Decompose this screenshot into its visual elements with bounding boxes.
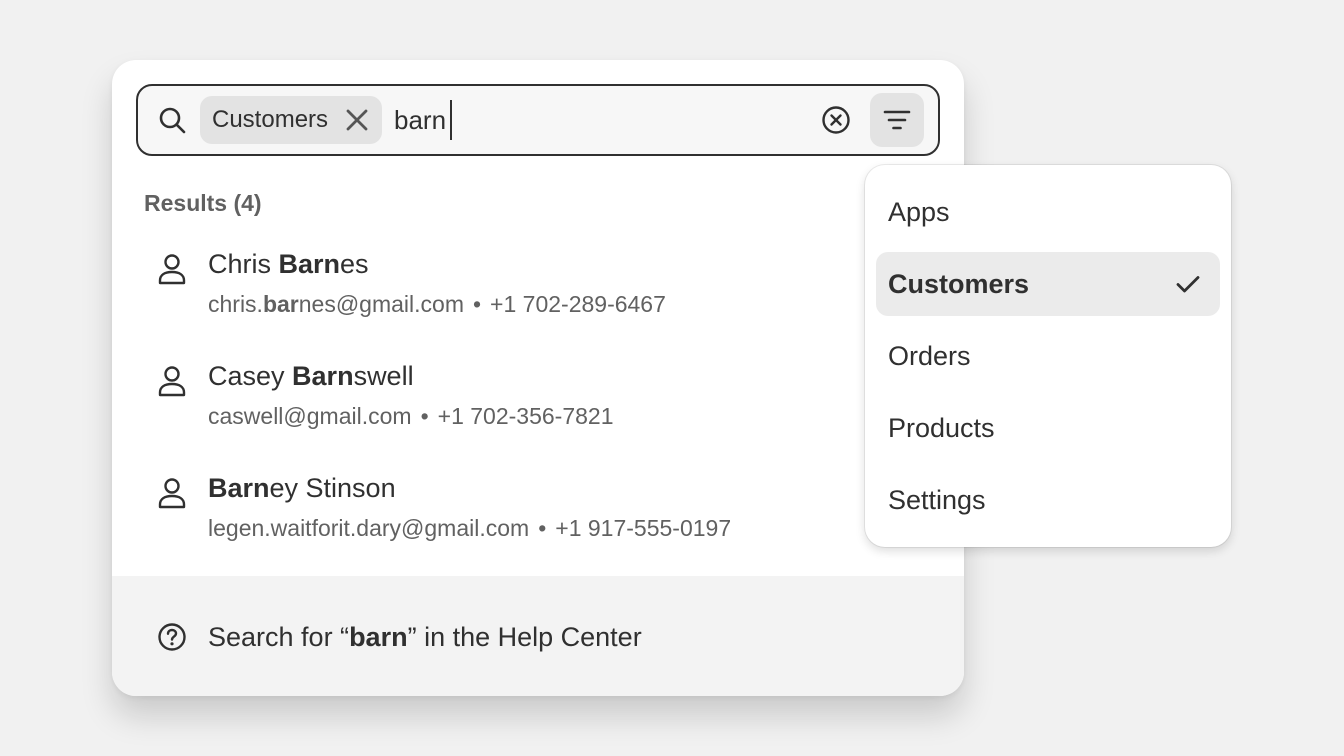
result-meta: legen.waitforit.dary@gmail.com • +1 917-55… (208, 515, 732, 541)
filter-button[interactable] (870, 93, 924, 147)
result-meta: caswell@gmail.com • +1 702-356-7821 (208, 403, 614, 429)
result-name: Barney Stinson (208, 473, 396, 503)
help-center-search-link[interactable]: Search for “barn” in the Help Center (156, 620, 856, 654)
help-center-footer: Search for “barn” in the Help Center (112, 576, 964, 696)
person-icon (158, 478, 186, 509)
person-icon (158, 366, 186, 397)
menu-item-apps[interactable]: Apps (876, 180, 1220, 244)
circle-x-icon[interactable] (820, 104, 852, 136)
search-input[interactable] (394, 100, 794, 140)
result-name: Casey Barnswell (208, 361, 414, 391)
filter-lines-icon (883, 110, 911, 130)
menu-item-settings[interactable]: Settings (876, 468, 1220, 532)
search-bar[interactable]: Customers (136, 84, 940, 156)
text-caret (450, 100, 452, 140)
result-item[interactable]: Barney Stinson legen.waitforit.dary@gmai… (144, 472, 824, 562)
menu-item-label: Apps (888, 197, 950, 227)
search-popover: Customers Results (4) Chris Ba (112, 60, 964, 696)
help-center-text: Search for “barn” in the Help Center (208, 622, 642, 652)
menu-item-label: Products (888, 413, 995, 443)
results-heading: Results (4) (144, 190, 262, 216)
menu-item-customers[interactable]: Customers (876, 252, 1220, 316)
menu-item-label: Orders (888, 341, 971, 371)
x-icon[interactable] (344, 107, 370, 133)
result-name: Chris Barnes (208, 249, 369, 279)
person-icon (158, 254, 186, 285)
menu-item-orders[interactable]: Orders (876, 324, 1220, 388)
result-item[interactable]: Casey Barnswell caswell@gmail.com • +1 702… (144, 360, 824, 450)
result-meta: chris.barnes@gmail.com • +1 702-289-6467 (208, 291, 666, 317)
result-item[interactable]: Chris Barnes chris.barnes@gmail.com • +1 7… (144, 248, 824, 338)
search-icon (159, 107, 186, 134)
menu-item-label: Settings (888, 485, 986, 515)
filter-dropdown-menu: Apps Customers Orders Products Settings (865, 165, 1231, 547)
menu-item-products[interactable]: Products (876, 396, 1220, 460)
question-circle-icon (158, 623, 186, 651)
filter-chip: Customers (200, 96, 382, 144)
filter-chip-label: Customers (212, 106, 329, 133)
check-icon (1176, 276, 1200, 293)
menu-item-label: Customers (888, 269, 1030, 299)
